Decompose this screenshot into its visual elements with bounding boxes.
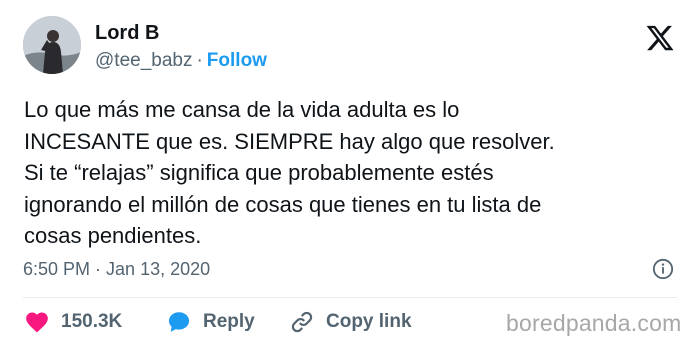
watermark: boredpanda.com: [506, 310, 682, 336]
author-handle-row: @tee_babz · Follow: [95, 50, 267, 72]
link-icon: [289, 309, 315, 335]
avatar-image: [23, 16, 81, 74]
info-icon[interactable]: [652, 258, 674, 280]
reply-label: Reply: [203, 311, 255, 332]
avatar[interactable]: [23, 16, 81, 74]
tweet-text-line: ignorando el millón de cosas que tienes …: [24, 191, 542, 217]
tweet-card: Lord B @tee_babz · Follow Lo que más me ca…: [0, 0, 700, 348]
handle-separator: ·: [196, 50, 203, 71]
tweet-text-line: Si te “relajas” significa que probableme…: [24, 160, 494, 185]
follow-button[interactable]: Follow: [207, 50, 267, 71]
timestamp-separator: ·: [95, 259, 102, 279]
tweet-text-line: INCESANTE que es. SIEMPRE hay algo que r…: [24, 128, 555, 154]
tweet-text: Lo que más me cansa de la vida adulta es…: [24, 94, 684, 252]
x-logo-icon[interactable]: [645, 23, 675, 53]
author-name[interactable]: Lord B: [95, 22, 159, 45]
heart-icon: [24, 309, 50, 335]
tweet-text-line: cosas pendientes.: [24, 223, 202, 248]
like-button[interactable]: 150.3K: [24, 308, 122, 336]
copy-link-button[interactable]: Copy link: [289, 308, 412, 336]
copy-link-label: Copy link: [326, 311, 412, 332]
tweet-timestamp[interactable]: 6:50 PM · Jan 13, 2020: [23, 259, 210, 280]
reply-bubble-icon: [166, 309, 192, 335]
reply-button[interactable]: Reply: [166, 308, 255, 336]
tweet-time: 6:50 PM: [23, 259, 91, 279]
author-handle[interactable]: @tee_babz: [95, 50, 192, 71]
tweet-date: Jan 13, 2020: [106, 259, 211, 279]
tweet-text-line: Lo que más me cansa de la vida adulta es…: [24, 97, 460, 122]
like-count: 150.3K: [61, 311, 123, 332]
divider: [23, 297, 677, 298]
